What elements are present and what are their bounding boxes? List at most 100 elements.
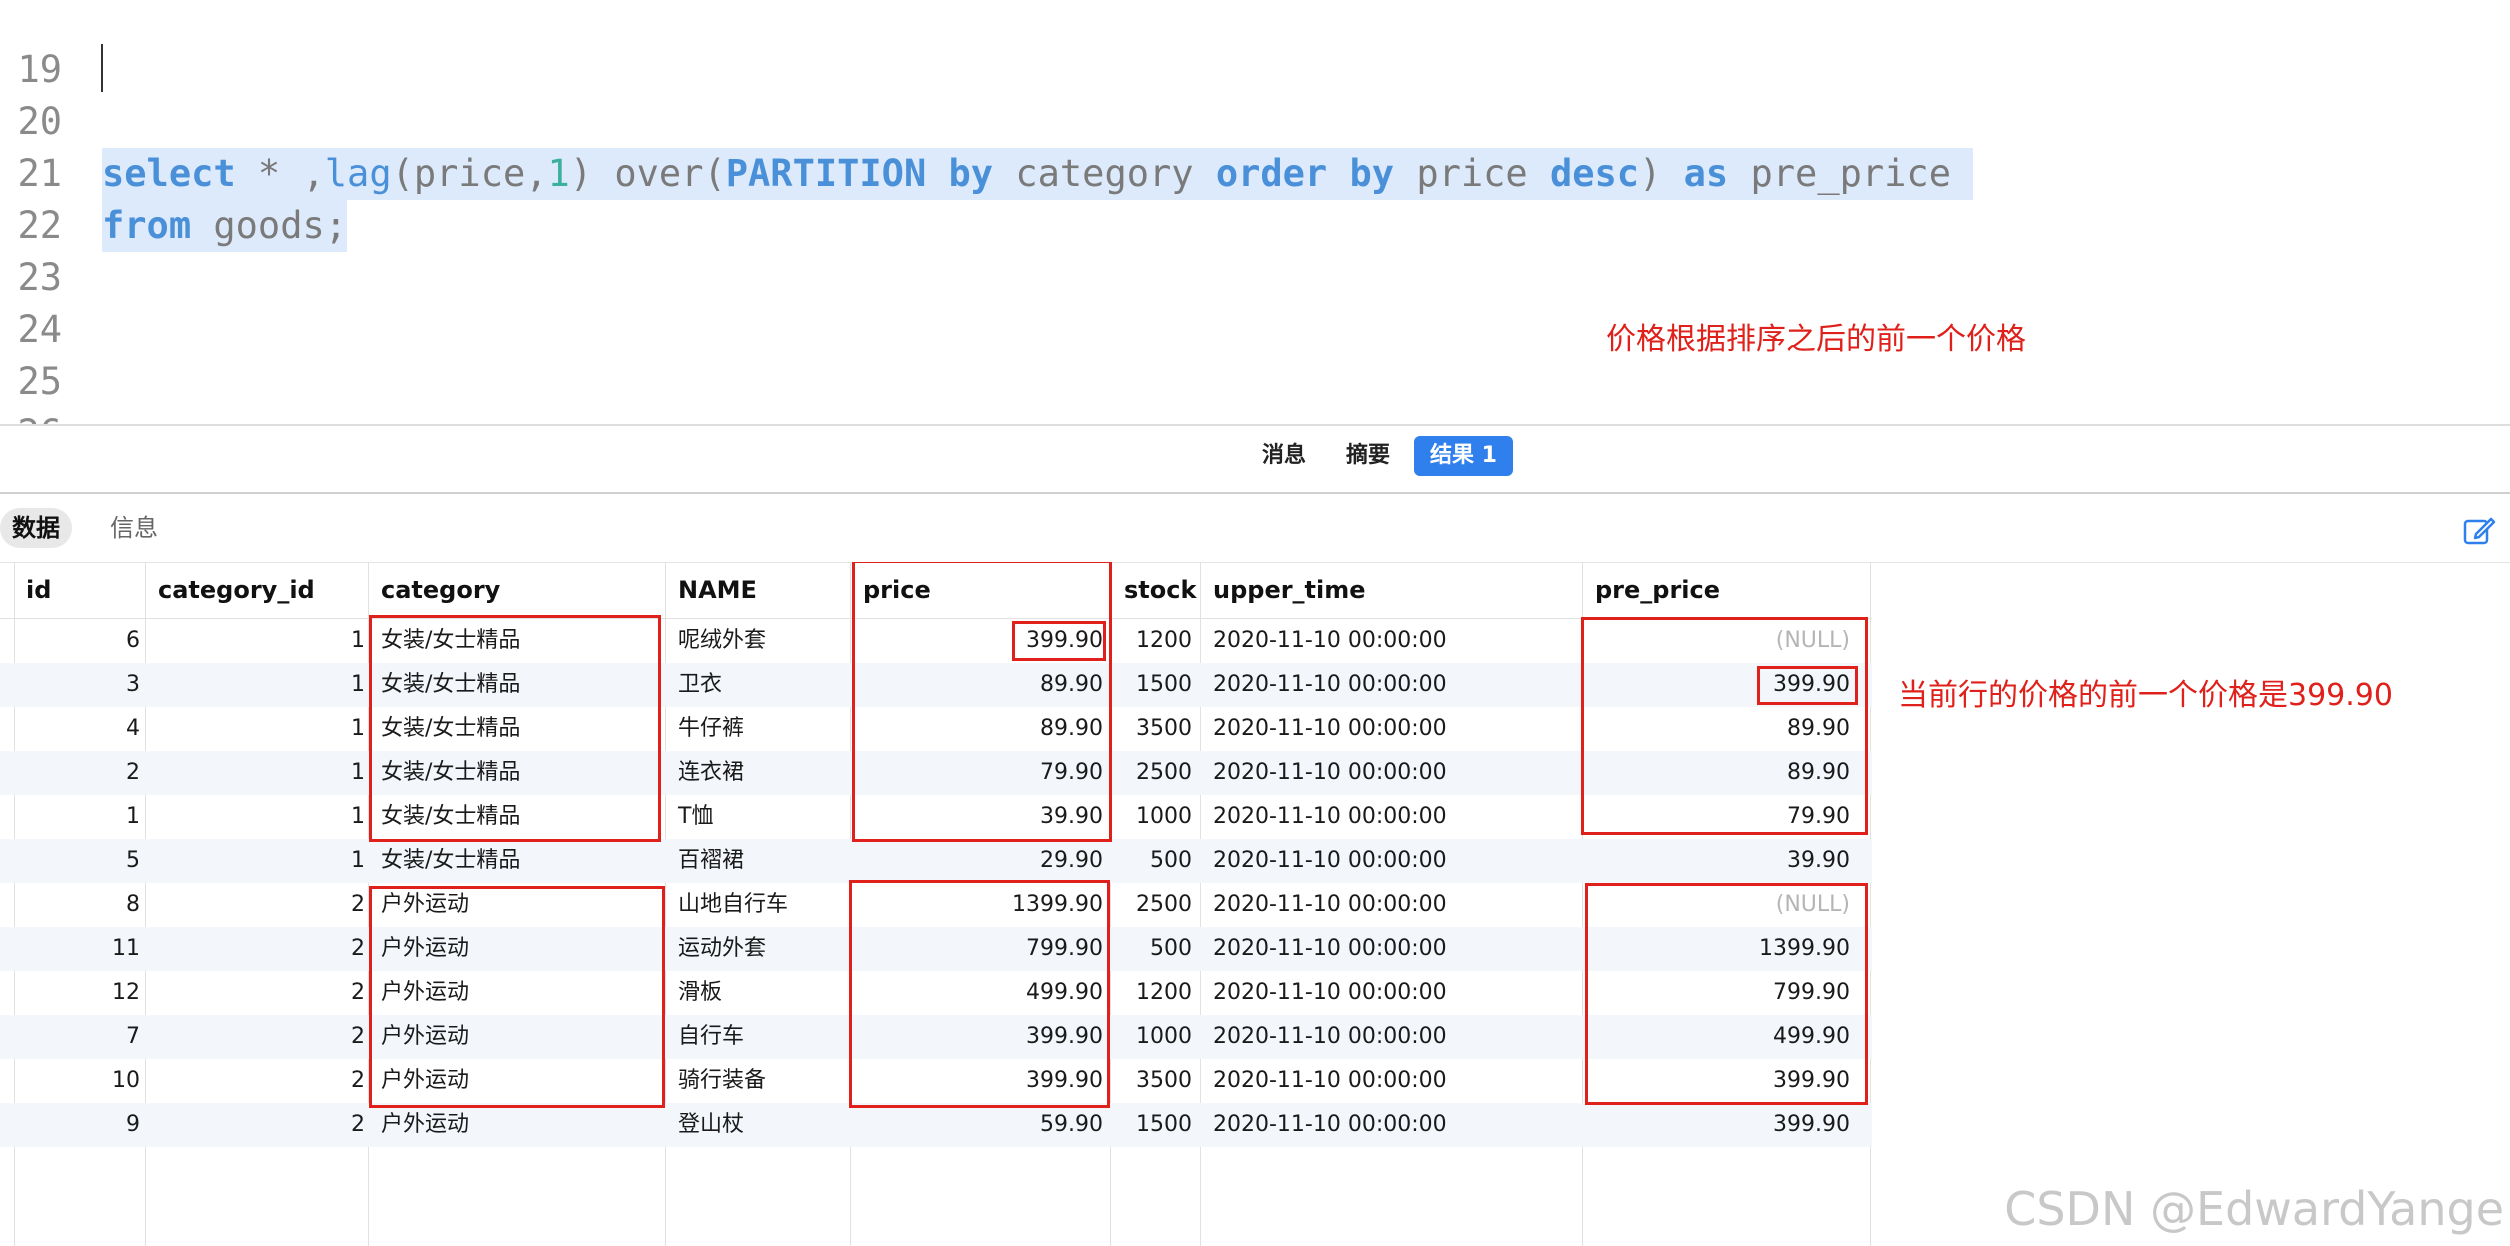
code-line: 25	[0, 304, 2510, 403]
column-header-id[interactable]: id	[26, 562, 51, 618]
cell-id[interactable]: 11	[14, 927, 140, 971]
result-grid[interactable]: id category_id category NAME price stock…	[0, 562, 2510, 1246]
cell-category-id[interactable]: 1	[145, 619, 365, 663]
highlight-box-pre-price-2	[1585, 883, 1868, 1105]
cell-upper-time[interactable]: 2020-11-10 00:00:00	[1213, 707, 1573, 751]
result-tabs-bar: 消息 摘要 结果 1	[0, 424, 2510, 494]
cell-id[interactable]: 12	[14, 971, 140, 1015]
cell-name[interactable]: 牛仔裤	[678, 707, 848, 751]
cell-category[interactable]: 女装/女士精品	[381, 839, 661, 883]
highlight-box-price-2	[849, 880, 1110, 1108]
cell-upper-time[interactable]: 2020-11-10 00:00:00	[1213, 1103, 1573, 1147]
tab-info[interactable]: 信息	[98, 508, 170, 548]
edit-icon[interactable]	[2462, 514, 2496, 548]
cell-name[interactable]: 山地自行车	[678, 883, 848, 927]
cell-category[interactable]: 户外运动	[381, 1103, 661, 1147]
column-header-stock[interactable]: stock	[1124, 562, 1196, 618]
code-line: 20 select * ,lag(price,1) over(PARTITION…	[0, 44, 2510, 200]
cell-name[interactable]: 自行车	[678, 1015, 848, 1059]
cell-id[interactable]: 2	[14, 751, 140, 795]
cell-id[interactable]: 3	[14, 663, 140, 707]
cell-id[interactable]: 1	[14, 795, 140, 839]
cell-stock[interactable]: 2500	[1110, 883, 1192, 927]
cell-upper-time[interactable]: 2020-11-10 00:00:00	[1213, 971, 1573, 1015]
cell-price[interactable]: 59.90	[850, 1103, 1103, 1147]
cell-stock[interactable]: 500	[1110, 839, 1192, 883]
cell-category-id[interactable]: 2	[145, 971, 365, 1015]
cell-category-id[interactable]: 1	[145, 707, 365, 751]
cell-category-id[interactable]: 1	[145, 795, 365, 839]
cell-stock[interactable]: 2500	[1110, 751, 1192, 795]
cell-upper-time[interactable]: 2020-11-10 00:00:00	[1213, 1059, 1573, 1103]
cell-upper-time[interactable]: 2020-11-10 00:00:00	[1213, 1015, 1573, 1059]
cell-stock[interactable]: 1000	[1110, 795, 1192, 839]
cell-stock[interactable]: 1200	[1110, 619, 1192, 663]
cell-category-id[interactable]: 2	[145, 1015, 365, 1059]
annotation-top: 价格根据排序之后的前一个价格	[1606, 322, 2026, 357]
cell-stock[interactable]: 500	[1110, 927, 1192, 971]
cell-id[interactable]: 6	[14, 619, 140, 663]
column-header-upper-time[interactable]: upper_time	[1213, 562, 1366, 618]
cell-name[interactable]: 呢绒外套	[678, 619, 848, 663]
cell-upper-time[interactable]: 2020-11-10 00:00:00	[1213, 795, 1573, 839]
cell-upper-time[interactable]: 2020-11-10 00:00:00	[1213, 927, 1573, 971]
cell-category-id[interactable]: 1	[145, 839, 365, 883]
cell-category-id[interactable]: 2	[145, 927, 365, 971]
cell-id[interactable]: 4	[14, 707, 140, 751]
cell-name[interactable]: T恤	[678, 795, 848, 839]
sub-tabs-bar: 数据 信息	[0, 492, 2510, 563]
cell-upper-time[interactable]: 2020-11-10 00:00:00	[1213, 751, 1573, 795]
cell-category-id[interactable]: 2	[145, 1103, 365, 1147]
tab-data[interactable]: 数据	[0, 508, 72, 548]
code-line: 19	[0, 0, 2510, 91]
cell-id[interactable]: 9	[14, 1103, 140, 1147]
table-row[interactable]: 5 1 女装/女士精品 百褶裙 29.90 500 2020-11-10 00:00:00 3…	[0, 839, 1872, 883]
code-line: 23	[0, 200, 2510, 299]
cell-name[interactable]: 百褶裙	[678, 839, 848, 883]
cell-stock[interactable]: 1500	[1110, 1103, 1192, 1147]
tab-summary[interactable]: 摘要	[1330, 436, 1406, 476]
cell-price[interactable]: 29.90	[850, 839, 1103, 883]
code-line: 21 from goods;	[0, 96, 2510, 252]
cell-upper-time[interactable]: 2020-11-10 00:00:00	[1213, 619, 1573, 663]
code-line: 26	[0, 356, 2510, 424]
cell-category-id[interactable]: 2	[145, 1059, 365, 1103]
cell-id[interactable]: 10	[14, 1059, 140, 1103]
highlight-box-price-1	[852, 562, 1112, 842]
cell-name[interactable]: 连衣裙	[678, 751, 848, 795]
column-header-category-id[interactable]: category_id	[158, 562, 315, 618]
cell-id[interactable]: 8	[14, 883, 140, 927]
column-header-name[interactable]: NAME	[678, 562, 757, 618]
column-header-category[interactable]: category	[381, 562, 500, 618]
cell-stock[interactable]: 3500	[1110, 707, 1192, 751]
highlight-box-price-cell	[1012, 621, 1106, 661]
cell-id[interactable]: 7	[14, 1015, 140, 1059]
tab-result-1[interactable]: 结果 1	[1414, 436, 1513, 476]
cell-name[interactable]: 滑板	[678, 971, 848, 1015]
cell-pre-price[interactable]: 39.90	[1582, 839, 1850, 883]
cell-upper-time[interactable]: 2020-11-10 00:00:00	[1213, 839, 1573, 883]
cell-stock[interactable]: 1500	[1110, 663, 1192, 707]
cell-category-id[interactable]: 2	[145, 883, 365, 927]
cell-id[interactable]: 5	[14, 839, 140, 883]
sql-editor[interactable]: 19 20 select * ,lag(price,1) over(PARTIT…	[0, 0, 2510, 424]
table-row[interactable]: 9 2 户外运动 登山杖 59.90 1500 2020-11-10 00:00:00 399…	[0, 1103, 1872, 1147]
cell-name[interactable]: 运动外套	[678, 927, 848, 971]
cell-category-id[interactable]: 1	[145, 751, 365, 795]
cell-upper-time[interactable]: 2020-11-10 00:00:00	[1213, 663, 1573, 707]
highlight-box-pre-price-1	[1581, 617, 1868, 835]
cell-name[interactable]: 登山杖	[678, 1103, 848, 1147]
annotation-side: 当前行的价格的前一个价格是399.90	[1898, 678, 2393, 713]
cell-upper-time[interactable]: 2020-11-10 00:00:00	[1213, 883, 1573, 927]
cell-stock[interactable]: 1000	[1110, 1015, 1192, 1059]
highlight-box-pre-price-cell	[1757, 666, 1858, 705]
highlight-box-category-2	[369, 886, 665, 1108]
cell-name[interactable]: 卫衣	[678, 663, 848, 707]
cell-stock[interactable]: 1200	[1110, 971, 1192, 1015]
tab-messages[interactable]: 消息	[1246, 436, 1322, 476]
cell-pre-price[interactable]: 399.90	[1582, 1103, 1850, 1147]
cell-name[interactable]: 骑行装备	[678, 1059, 848, 1103]
column-header-pre-price[interactable]: pre_price	[1595, 562, 1720, 618]
cell-stock[interactable]: 3500	[1110, 1059, 1192, 1103]
cell-category-id[interactable]: 1	[145, 663, 365, 707]
